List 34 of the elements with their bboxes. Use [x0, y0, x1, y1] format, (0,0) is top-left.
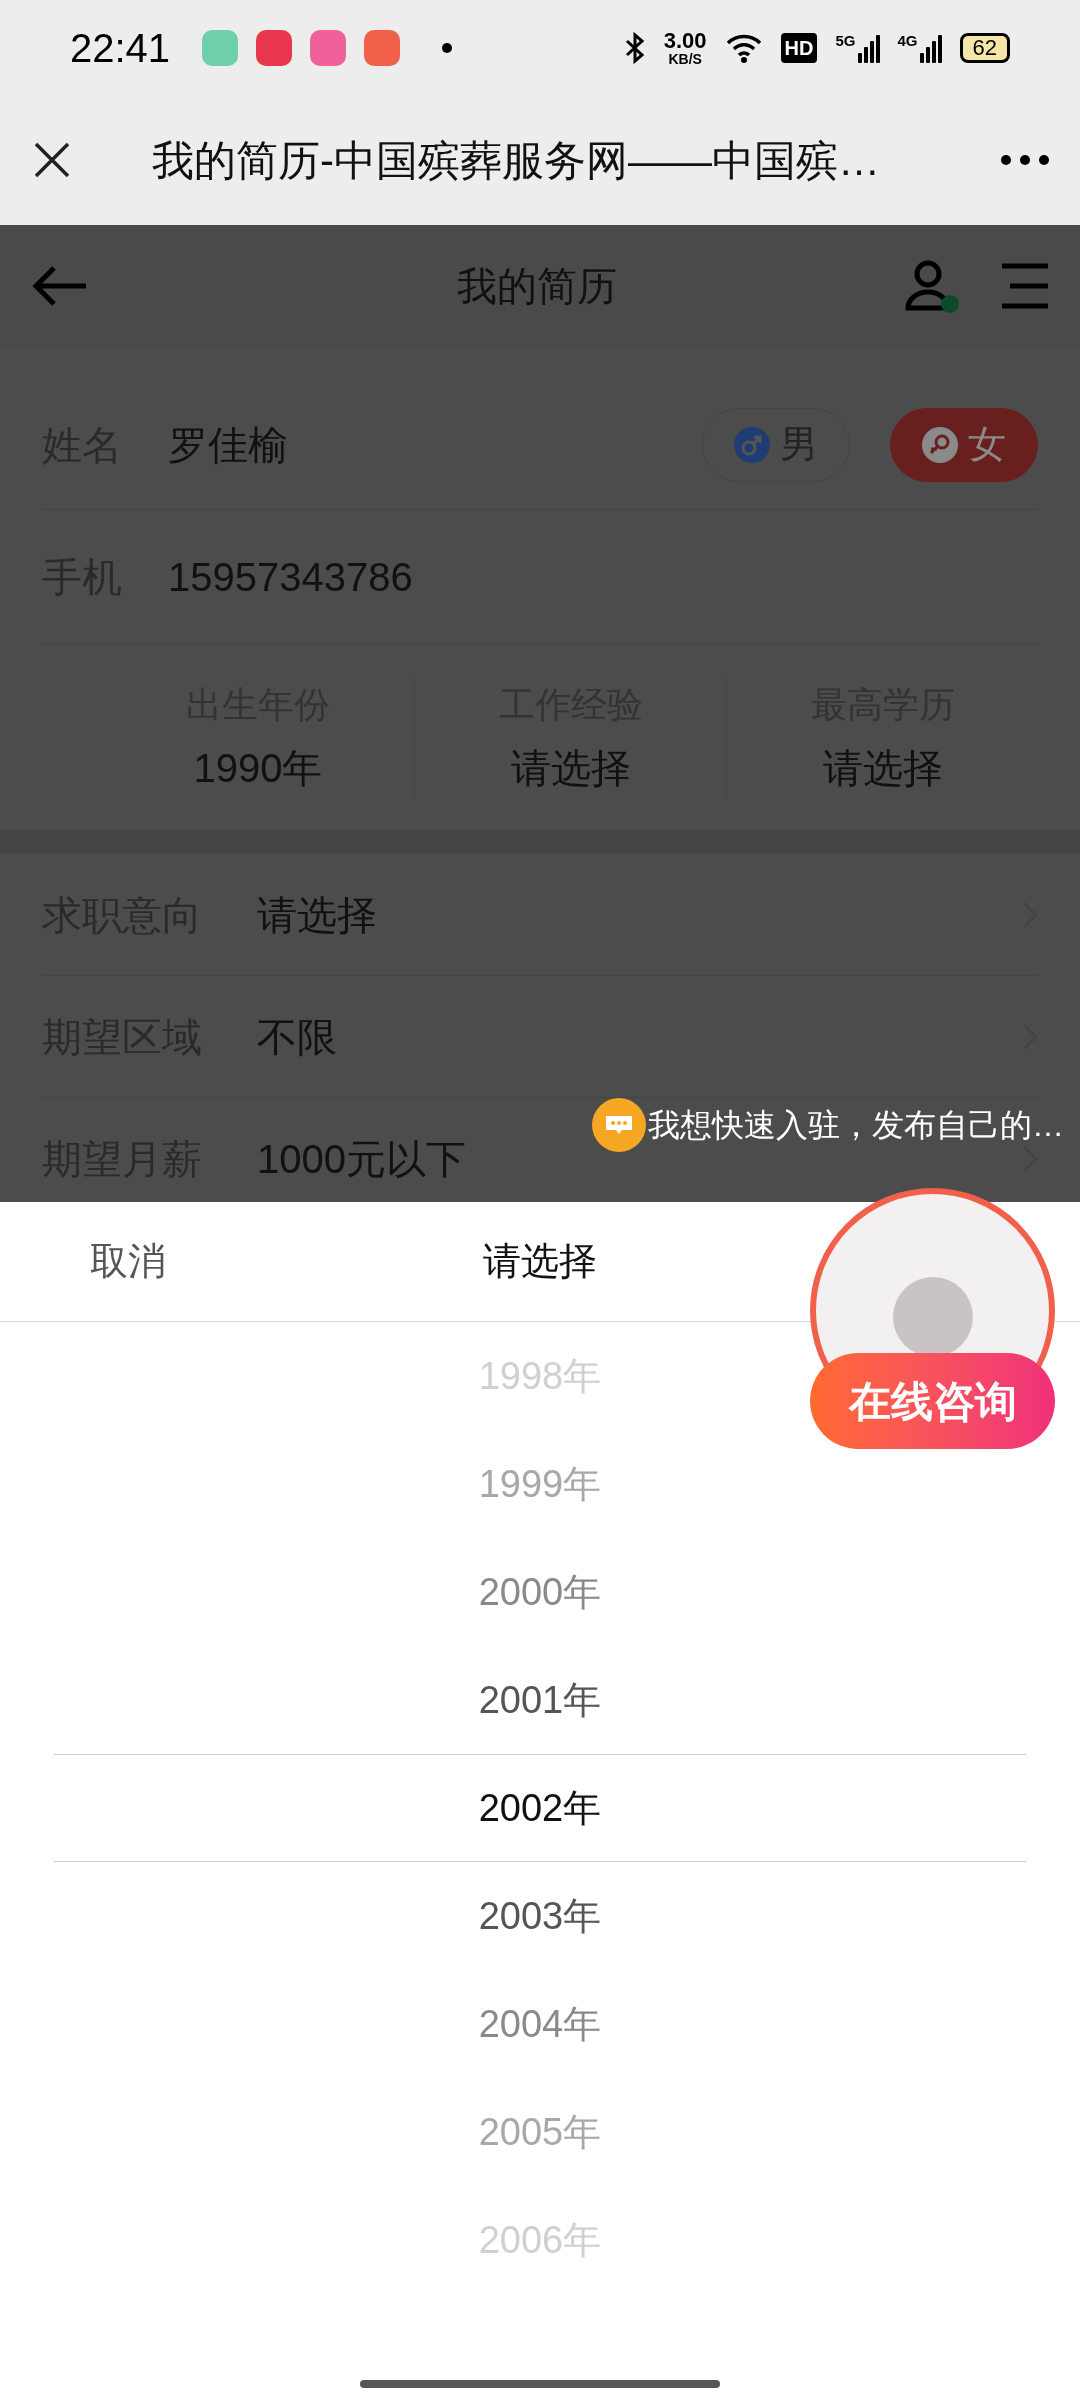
more-icon[interactable]: [1000, 154, 1050, 166]
picker-title: 请选择: [482, 1239, 598, 1284]
year-option[interactable]: 2002年: [478, 1779, 602, 1837]
year-option[interactable]: 2005年: [478, 2103, 602, 2161]
bluetooth-icon: [623, 31, 646, 64]
preference-value[interactable]: 不限: [257, 1006, 337, 1067]
page-title: 我的简历: [456, 263, 618, 310]
wifi-icon: [724, 32, 763, 63]
net-speed-unit: KB/S: [668, 51, 702, 66]
status-time: 22:41: [70, 24, 171, 72]
cancel-button[interactable]: 取消: [0, 1233, 256, 1290]
battery-indicator: 62: [959, 32, 1010, 63]
preference-value[interactable]: 请选择: [257, 884, 377, 945]
year-option[interactable]: 2003年: [478, 1887, 602, 1945]
name-value: 罗佳榆: [168, 421, 289, 469]
chat-tip-text[interactable]: 我想快速入驻，发布自己的…: [648, 1101, 1064, 1149]
stat-value[interactable]: 请选择: [510, 737, 631, 798]
stat-value[interactable]: 请选择: [822, 737, 943, 798]
chat-bubble-icon[interactable]: [592, 1098, 646, 1152]
net-speed-value: 3.00: [663, 29, 707, 52]
browser-title: 我的简历-中国殡葬服务网——中国殡…: [152, 135, 880, 186]
online-consult-button[interactable]: 在线咨询: [810, 1353, 1055, 1449]
gender-option[interactable]: 女: [890, 407, 1038, 482]
user-check-icon[interactable]: [904, 258, 960, 314]
hd-badge: HD: [780, 32, 818, 63]
phone-value: 15957343786: [168, 554, 413, 601]
year-option[interactable]: 2000年: [478, 1563, 602, 1621]
year-option[interactable]: 2004年: [478, 1995, 602, 2053]
female-symbol-icon: [922, 426, 958, 463]
year-option[interactable]: 2001年: [478, 1671, 602, 1729]
year-option[interactable]: 1999年: [478, 1455, 602, 1513]
male-symbol-icon: [734, 426, 770, 463]
preference-value[interactable]: 1000元以下: [257, 1129, 466, 1189]
stat-value[interactable]: 1990年: [193, 737, 323, 798]
